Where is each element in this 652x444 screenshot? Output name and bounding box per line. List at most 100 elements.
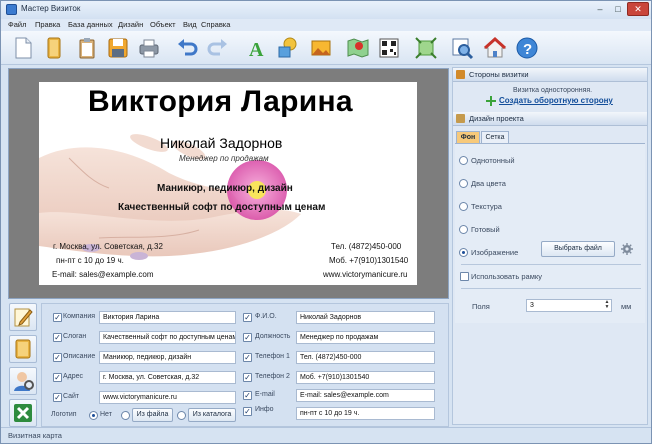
card-website[interactable]: www.victorymanicure.ru bbox=[323, 270, 407, 279]
card-info[interactable]: пн-пт с 10 до 19 ч. bbox=[56, 256, 124, 265]
maximize-button[interactable]: □ bbox=[609, 2, 627, 16]
logo-from-catalog-button[interactable]: Из каталога bbox=[188, 408, 236, 422]
database-icon[interactable] bbox=[9, 335, 37, 363]
open-folder-icon[interactable] bbox=[41, 35, 67, 61]
tab-grid[interactable]: Сетка bbox=[481, 131, 509, 143]
redo-icon[interactable] bbox=[205, 35, 231, 61]
ready-made-label: Готовый bbox=[471, 225, 500, 234]
phone2-checkbox[interactable]: ✓ bbox=[243, 373, 252, 382]
clipboard-icon[interactable] bbox=[74, 35, 100, 61]
solid-color-label: Однотонный bbox=[471, 156, 515, 165]
qr-code-icon[interactable] bbox=[376, 35, 402, 61]
add-side-icon bbox=[486, 96, 496, 106]
text-tool-icon[interactable]: A bbox=[244, 35, 270, 61]
phone1-checkbox[interactable]: ✓ bbox=[243, 353, 252, 362]
app-icon bbox=[6, 4, 17, 15]
two-colors-radio[interactable] bbox=[459, 179, 468, 188]
excel-icon[interactable] bbox=[9, 399, 37, 427]
use-frame-checkbox[interactable] bbox=[460, 272, 469, 281]
position-checkbox[interactable]: ✓ bbox=[243, 333, 252, 342]
position-field[interactable]: Менеджер по продажам bbox=[296, 331, 435, 344]
menu-view[interactable]: Вид bbox=[183, 20, 197, 29]
map-icon[interactable] bbox=[345, 35, 371, 61]
window-title: Мастер Визиток bbox=[21, 4, 81, 13]
card-phone-2[interactable]: Моб. +7(910)1301540 bbox=[329, 256, 408, 265]
company-field[interactable]: Виктория Ларина bbox=[99, 311, 236, 324]
fit-page-icon[interactable] bbox=[413, 35, 439, 61]
image-radio[interactable] bbox=[459, 248, 468, 257]
logo-catalog-radio[interactable] bbox=[177, 411, 186, 420]
margins-stepper-icon[interactable]: ▲ ▼ bbox=[603, 300, 611, 311]
card-address[interactable]: г. Москва, ул. Советская, д.32 bbox=[53, 242, 163, 251]
menu-edit[interactable]: Правка bbox=[35, 20, 60, 29]
margins-input[interactable]: 3 bbox=[526, 299, 612, 312]
user-search-icon[interactable] bbox=[9, 367, 37, 395]
menu-database[interactable]: База данных bbox=[68, 20, 113, 29]
settings-gear-icon[interactable] bbox=[621, 243, 633, 255]
logo-none-radio[interactable] bbox=[89, 411, 98, 420]
close-button[interactable]: ✕ bbox=[627, 2, 649, 16]
menu-design[interactable]: Дизайн bbox=[118, 20, 143, 29]
fio-field[interactable]: Николай Задорнов bbox=[296, 311, 435, 324]
logo-from-file-button[interactable]: Из файла bbox=[132, 408, 173, 422]
card-position[interactable]: Менеджер по продажам bbox=[179, 154, 269, 163]
texture-radio[interactable] bbox=[459, 202, 468, 211]
menu-object[interactable]: Объект bbox=[150, 20, 176, 29]
create-back-side-link[interactable]: Создать оборотную сторону bbox=[499, 96, 613, 105]
card-name[interactable]: Николай Задорнов bbox=[160, 135, 282, 151]
slogan-checkbox[interactable]: ✓ bbox=[53, 333, 62, 342]
info-label: Инфо bbox=[255, 406, 274, 413]
website-field[interactable]: www.victorymanicure.ru bbox=[99, 391, 236, 404]
edit-card-icon[interactable] bbox=[9, 303, 37, 331]
new-file-icon[interactable] bbox=[10, 35, 36, 61]
card-sides-header[interactable]: Стороны визитки bbox=[453, 68, 647, 82]
info-field[interactable]: пн-пт с 10 до 19 ч. bbox=[296, 407, 435, 420]
undo-icon[interactable] bbox=[174, 35, 200, 61]
shapes-icon[interactable] bbox=[275, 35, 301, 61]
fio-checkbox[interactable]: ✓ bbox=[243, 313, 252, 322]
home-icon[interactable] bbox=[482, 35, 508, 61]
minimize-button[interactable]: – bbox=[591, 2, 609, 16]
business-card-preview[interactable]: Виктория Ларина Николай Задорнов Менедже… bbox=[39, 82, 417, 285]
print-preview-icon[interactable] bbox=[449, 35, 475, 61]
website-checkbox[interactable]: ✓ bbox=[53, 393, 62, 402]
phone1-field[interactable]: Тел. (4872)450-000 bbox=[296, 351, 435, 364]
divider bbox=[461, 288, 641, 289]
slogan-field[interactable]: Качественный софт по доступным ценам bbox=[99, 331, 236, 344]
tab-background[interactable]: Фон bbox=[456, 131, 480, 143]
sides-info-text: Визитка односторонняя. bbox=[513, 87, 593, 94]
toolbar: A ? bbox=[1, 31, 651, 65]
description-field[interactable]: Маникюр, педикюр, дизайн bbox=[99, 351, 236, 364]
card-description[interactable]: Маникюр, педикюр, дизайн bbox=[157, 183, 293, 194]
help-icon[interactable]: ? bbox=[514, 35, 540, 61]
company-checkbox[interactable]: ✓ bbox=[53, 313, 62, 322]
menu-file[interactable]: Файл bbox=[8, 20, 26, 29]
choose-file-button[interactable]: Выбрать файл bbox=[541, 241, 615, 257]
design-canvas: Виктория Ларина Николай Задорнов Менедже… bbox=[8, 68, 449, 299]
menu-help[interactable]: Справка bbox=[201, 20, 230, 29]
card-email[interactable]: E-mail: sales@example.com bbox=[52, 270, 153, 279]
status-bar: Визитная карта bbox=[1, 427, 651, 443]
address-field[interactable]: г. Москва, ул. Советская, д.32 bbox=[99, 371, 236, 384]
logo-file-radio[interactable] bbox=[121, 411, 130, 420]
image-label: Изображение bbox=[471, 248, 519, 257]
print-icon[interactable] bbox=[136, 35, 162, 61]
solid-color-radio[interactable] bbox=[459, 156, 468, 165]
email-field[interactable]: E-mail: sales@example.com bbox=[296, 389, 435, 402]
card-slogan[interactable]: Качественный софт по доступным ценам bbox=[118, 202, 325, 213]
save-icon[interactable] bbox=[105, 35, 131, 61]
phone2-field[interactable]: Моб. +7(910)1301540 bbox=[296, 371, 435, 384]
properties-panel: Стороны визитки Визитка односторонняя. С… bbox=[452, 67, 648, 425]
ready-made-radio[interactable] bbox=[459, 225, 468, 234]
status-text: Визитная карта bbox=[8, 431, 62, 440]
card-company[interactable]: Виктория Ларина bbox=[88, 85, 353, 119]
project-design-header[interactable]: Дизайн проекта bbox=[453, 112, 647, 126]
description-checkbox[interactable]: ✓ bbox=[53, 353, 62, 362]
title-bar: Мастер Визиток – □ ✕ bbox=[1, 1, 651, 19]
address-checkbox[interactable]: ✓ bbox=[53, 373, 62, 382]
email-checkbox[interactable]: ✓ bbox=[243, 391, 252, 400]
info-checkbox[interactable]: ✓ bbox=[243, 407, 252, 416]
image-icon[interactable] bbox=[308, 35, 334, 61]
description-label: Описание bbox=[63, 353, 96, 360]
card-phone-1[interactable]: Тел. (4872)450-000 bbox=[331, 242, 401, 251]
